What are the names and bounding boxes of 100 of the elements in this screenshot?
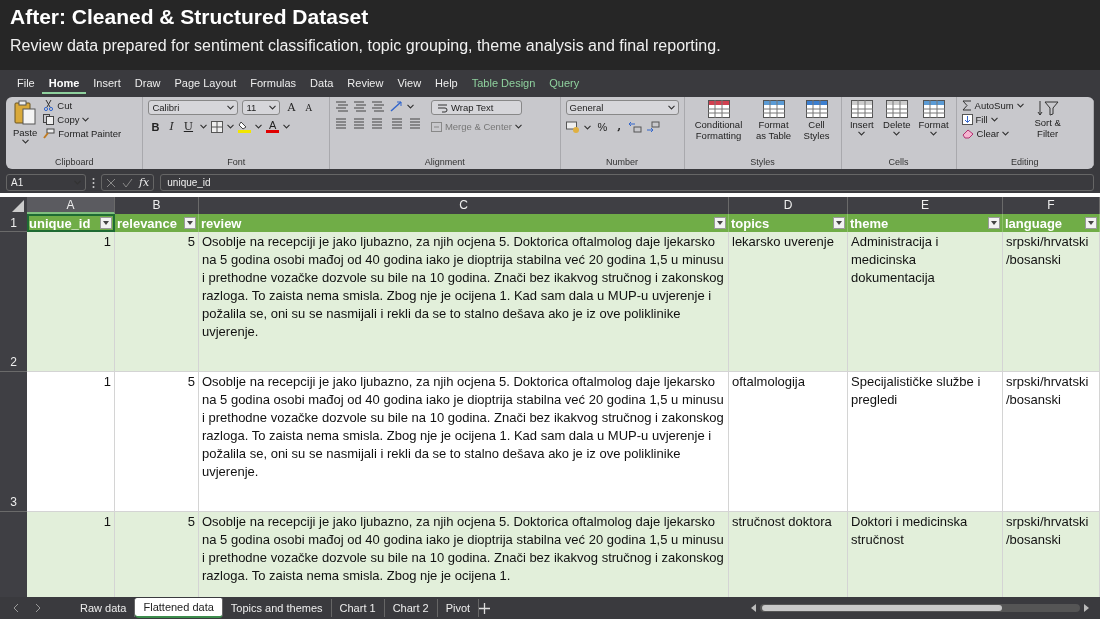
table-cell: 1 xyxy=(27,232,115,372)
group-label: Styles xyxy=(750,157,775,167)
filter-button[interactable] xyxy=(714,217,726,229)
add-sheet-icon[interactable] xyxy=(479,602,491,614)
row-header[interactable]: 3 xyxy=(0,372,27,512)
format-painter-button[interactable]: Format Painter xyxy=(43,128,122,139)
decrease-font-size-button[interactable]: A xyxy=(302,102,315,113)
increase-font-size-button[interactable]: A xyxy=(284,102,299,113)
banner-title: After: Cleaned & Structured Dataset xyxy=(10,5,370,29)
banner-subtitle: Review data prepared for sentiment classification, topic grouping, theme analysis and final reporting. xyxy=(10,37,722,55)
align-lines-icon[interactable] xyxy=(370,118,385,129)
align-lines-icon[interactable] xyxy=(352,100,367,112)
italic-button[interactable]: I xyxy=(166,121,177,132)
dropdown-arrow-icon xyxy=(103,221,109,225)
more-icon xyxy=(92,176,95,189)
orientation-icon[interactable] xyxy=(388,100,403,112)
filter-button[interactable] xyxy=(988,217,1000,229)
sheet-tab[interactable]: Flattened data xyxy=(135,598,223,618)
sheet-tab[interactable]: Topics and themes xyxy=(222,599,332,617)
column-header[interactable]: E xyxy=(848,197,1003,214)
ribbon-tab[interactable]: Draw xyxy=(127,73,168,94)
paste-button[interactable]: Paste xyxy=(11,100,40,157)
ribbon-tab[interactable]: Table Design xyxy=(464,73,543,94)
format-as-table-button[interactable]: Format as Table xyxy=(751,100,796,157)
align-lines-icon[interactable] xyxy=(334,100,349,112)
table-cell: Doktori i medicinska stručnost xyxy=(848,512,1003,598)
row-header[interactable]: 2 xyxy=(0,232,27,372)
enter-icon[interactable] xyxy=(122,177,133,188)
percent-button[interactable]: % xyxy=(594,122,611,132)
bold-button[interactable]: B xyxy=(148,121,163,132)
formula-field[interactable]: unique_id xyxy=(160,174,1094,191)
autosum-button[interactable]: AutoSum xyxy=(961,100,1024,111)
group-label: Editing xyxy=(1011,157,1039,167)
accounting-format-icon[interactable] xyxy=(565,121,580,133)
table-cell: Osoblje na recepciji je jako ljubazno, za njih ocjena 5. Doktorica oftalmolog daje ljekarsko na 5 godina osobi mađoj od 40 godina iako je dioptrija stabilna već 20 godina 1,5 u minusu i prethodne vozačke dozvole su bile na 10 godina. Znači bez ikakvog stručnog i zakonskog razloga. To zaista nema smisla. Zbog nje je ocijena 1. Kad sam dala u MUP-u uvjerenje i požalila se, oni su se nasmijali i rekli da se to stalno dešava ako je iz ove poliklinike uvjerenje. xyxy=(199,232,729,372)
ribbon-tab[interactable]: Insert xyxy=(86,73,128,94)
increase-decimal-icon[interactable] xyxy=(628,121,643,133)
table-cell: srpski/hrvatski /bosanski xyxy=(1003,232,1100,372)
ribbon-tab[interactable]: Review xyxy=(340,73,391,94)
ribbon-tab[interactable]: Data xyxy=(303,73,341,94)
header-cell: review xyxy=(201,215,242,231)
borders-icon[interactable] xyxy=(211,120,224,133)
wrap-text-button[interactable]: Wrap Text xyxy=(430,100,522,115)
fill-button[interactable]: Fill xyxy=(961,114,1024,125)
next-sheet-icon[interactable] xyxy=(34,603,42,613)
decrease-decimal-icon[interactable] xyxy=(646,121,661,133)
clear-button[interactable]: Clear xyxy=(961,128,1024,139)
sheet-tab[interactable]: Chart 2 xyxy=(384,599,438,617)
align-lines-icon[interactable] xyxy=(352,118,367,129)
sort-filter-button[interactable]: Sort & Filter xyxy=(1027,100,1068,157)
ribbon-tab[interactable]: Help xyxy=(428,73,465,94)
filter-button[interactable] xyxy=(100,217,112,229)
align-lines-icon[interactable] xyxy=(370,100,385,112)
merge-icon xyxy=(430,121,442,132)
filter-button[interactable] xyxy=(833,217,845,229)
format-cells-button[interactable]: Format xyxy=(916,100,951,157)
horizontal-scrollbar[interactable] xyxy=(750,603,1090,613)
cell-styles-button[interactable]: Cell Styles xyxy=(799,100,834,157)
dropdown-arrow-icon xyxy=(717,221,723,225)
ribbon-tab[interactable]: File xyxy=(10,73,42,94)
conditional-formatting-button[interactable]: Conditional Formatting xyxy=(689,100,748,157)
insert-function-button[interactable]: fx xyxy=(139,176,150,189)
filter-button[interactable] xyxy=(1085,217,1097,229)
font-size-field[interactable]: 11 xyxy=(242,100,281,115)
column-header[interactable]: F xyxy=(1003,197,1100,214)
sheet-tab[interactable]: Pivot xyxy=(437,599,480,617)
copy-button[interactable]: Copy xyxy=(43,114,122,125)
ribbon-tab[interactable]: Page Layout xyxy=(167,73,244,94)
insert-cells-button[interactable]: Insert xyxy=(846,100,878,157)
copy-icon xyxy=(43,114,55,125)
cancel-icon[interactable] xyxy=(106,177,116,188)
column-header[interactable]: D xyxy=(729,197,848,214)
comma-style-button[interactable]: , xyxy=(614,122,625,132)
align-lines-icon[interactable] xyxy=(334,118,349,129)
table-icon xyxy=(762,100,785,118)
font-name-field[interactable]: Calibri xyxy=(148,100,239,115)
previous-sheet-icon[interactable] xyxy=(12,603,20,613)
table-cell: 1 xyxy=(27,512,115,598)
number-format-field[interactable]: General xyxy=(565,100,679,115)
cut-button[interactable]: Cut xyxy=(43,100,122,111)
name-box[interactable]: A1 xyxy=(6,174,86,191)
row-header[interactable]: 1 xyxy=(0,214,27,232)
column-header[interactable]: C xyxy=(199,197,729,214)
wrap-text-icon xyxy=(436,102,448,113)
ribbon-tab[interactable]: Home xyxy=(41,73,87,94)
sheet-tab[interactable]: Chart 1 xyxy=(331,599,385,617)
ribbon-tab[interactable]: View xyxy=(390,73,429,94)
sigma-icon xyxy=(961,100,972,111)
underline-button[interactable]: U xyxy=(180,121,197,132)
column-header[interactable]: A xyxy=(27,197,115,214)
table-cell: stručnost doktora xyxy=(729,512,848,598)
fill-color-icon[interactable] xyxy=(238,120,252,133)
column-header[interactable]: B xyxy=(115,197,199,214)
select-all-icon[interactable] xyxy=(0,197,27,214)
font-color-button[interactable]: A xyxy=(266,120,280,133)
ribbon-tab[interactable]: Formulas xyxy=(243,73,304,94)
filter-button[interactable] xyxy=(184,217,196,229)
delete-cells-button[interactable]: Delete xyxy=(881,100,913,157)
header-cell: relevance xyxy=(117,215,177,231)
ribbon-tab[interactable]: Query xyxy=(542,73,587,94)
